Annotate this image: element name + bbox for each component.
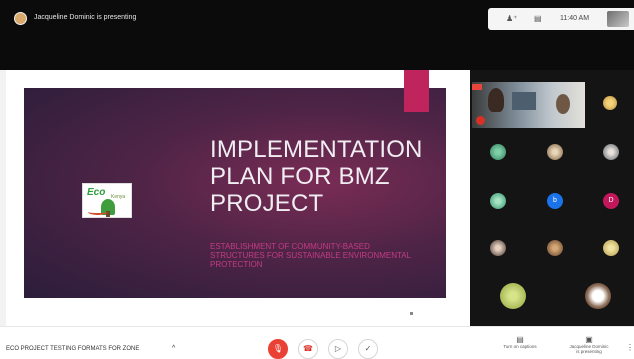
mic-off-icon xyxy=(476,116,485,125)
participant-avatar[interactable] xyxy=(490,193,506,209)
participant-avatar[interactable] xyxy=(490,240,506,256)
speaker-background-graphic xyxy=(512,92,536,110)
presenting-button[interactable]: ▣ Jacqueline Dominic is presenting xyxy=(558,335,620,354)
slide-title-line-2: PLAN FOR BMZ xyxy=(210,163,390,190)
participant-avatar[interactable] xyxy=(547,240,563,256)
speaker-person-2 xyxy=(556,94,570,114)
mic-off-icon: 🎙 xyxy=(272,344,284,353)
captions-label: Turn on captions xyxy=(503,344,537,349)
hangup-button[interactable]: ☎ xyxy=(298,339,318,359)
clock-time: 11:40 AM xyxy=(560,15,590,22)
captions-button[interactable]: ▤ Turn on captions xyxy=(494,335,546,349)
meeting-name[interactable]: ECO PROJECT TESTING FORMATS FOR ZONE xyxy=(6,346,139,352)
participant-avatar[interactable] xyxy=(603,240,619,256)
presenter-banner: Jacqueline Dominic is presenting xyxy=(34,14,137,21)
swoosh-icon xyxy=(88,209,108,215)
logo-subtext: Kenya xyxy=(111,194,126,200)
present-button[interactable]: ✓ xyxy=(358,339,378,359)
participant-avatar[interactable] xyxy=(585,283,611,309)
presenting-label-line-2: is presenting xyxy=(576,349,602,354)
mic-toggle-button[interactable]: 🎙 xyxy=(268,339,288,359)
speaker-indicator xyxy=(472,84,482,90)
participant-avatar[interactable] xyxy=(603,96,617,110)
logo-text: Eco xyxy=(87,187,106,198)
slide-accent-bar xyxy=(404,70,429,112)
participant-avatar[interactable] xyxy=(490,144,506,160)
slide-subtitle-line-3: PROTECTION xyxy=(210,260,263,269)
chat-icon[interactable]: ▤ xyxy=(534,14,542,23)
captions-icon: ▤ xyxy=(516,335,524,344)
camera-icon: ▷ xyxy=(334,344,342,353)
meeting-details-caret[interactable]: ^ xyxy=(172,345,175,352)
presenter-avatar xyxy=(14,12,27,25)
present-icon: ✓ xyxy=(364,344,372,353)
more-vert-icon[interactable]: ⋮ xyxy=(626,343,634,352)
slide-title: IMPLEMENTATION PLAN FOR BMZ PROJECT xyxy=(210,136,450,217)
slide-title-line-3: PROJECT xyxy=(210,190,324,217)
hangup-icon: ☎ xyxy=(303,344,313,353)
self-avatar[interactable] xyxy=(607,11,629,27)
eco-logo: Eco Kenya xyxy=(82,183,132,218)
participant-avatar-letter[interactable]: b xyxy=(547,193,563,209)
speaker-person-1 xyxy=(488,88,504,112)
participant-avatar[interactable] xyxy=(547,144,563,160)
people-icon[interactable]: ♟⁺ xyxy=(506,14,517,23)
presentation-edge xyxy=(0,70,6,326)
participant-avatar-letter[interactable]: D xyxy=(603,193,619,209)
slide-title-line-1: IMPLEMENTATION xyxy=(210,136,423,163)
slide-subtitle: ESTABLISHMENT OF COMMUNITY-BASED STRUCTU… xyxy=(210,242,442,269)
mouse-cursor-icon xyxy=(410,312,413,315)
camera-toggle-button[interactable]: ▷ xyxy=(328,339,348,359)
presenting-icon: ▣ xyxy=(585,335,593,344)
participant-avatar[interactable] xyxy=(500,283,526,309)
slide-subtitle-line-2: STRUCTURES FOR SUSTAINABLE ENVIRONMENTAL xyxy=(210,251,412,260)
participant-avatar[interactable] xyxy=(603,144,619,160)
slide-subtitle-line-1: ESTABLISHMENT OF COMMUNITY-BASED xyxy=(210,242,370,251)
top-right-controls: ♟⁺ ▤ 11:40 AM xyxy=(488,8,634,30)
